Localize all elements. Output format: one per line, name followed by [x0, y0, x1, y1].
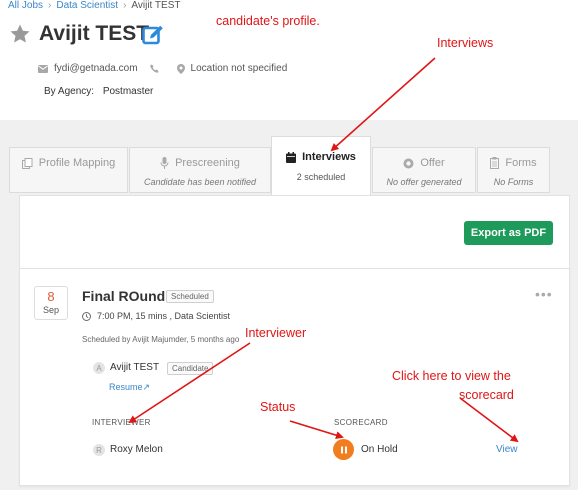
annotation-arrows — [128, 57, 519, 443]
arrow-status — [289, 420, 344, 440]
arrow-scorecard — [459, 397, 519, 443]
arrow-interviewer — [128, 342, 251, 424]
arrow-interviews — [330, 57, 436, 152]
